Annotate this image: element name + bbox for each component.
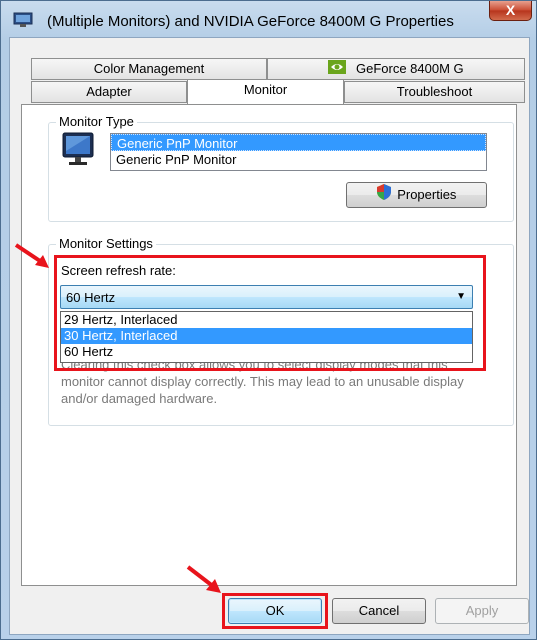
tab-adapter[interactable]: Adapter — [31, 81, 187, 103]
highlight-box — [54, 255, 486, 371]
properties-button[interactable]: Properties — [346, 182, 487, 208]
ok-button[interactable]: OK — [228, 598, 322, 624]
monitor-type-label: Monitor Type — [56, 114, 137, 129]
apply-button[interactable]: Apply — [435, 598, 529, 624]
shield-icon — [376, 183, 391, 208]
tab-monitor[interactable]: Monitor — [187, 79, 344, 104]
title-bar[interactable]: (Multiple Monitors) and NVIDIA GeForce 8… — [1, 1, 536, 37]
close-button[interactable]: X — [489, 1, 532, 21]
properties-window: (Multiple Monitors) and NVIDIA GeForce 8… — [0, 0, 537, 640]
tab-label: Color Management — [93, 61, 205, 76]
tab-color-management[interactable]: Color Management — [31, 58, 267, 80]
properties-button-label: Properties — [397, 187, 457, 202]
warning-line: monitor cannot display correctly. This m… — [61, 374, 464, 389]
tab-label: Adapter — [86, 84, 132, 99]
list-item[interactable]: Generic PnP Monitor — [111, 134, 486, 151]
cancel-button[interactable]: Cancel — [332, 598, 426, 624]
monitor-icon — [61, 131, 97, 172]
red-arrow-icon — [14, 243, 49, 268]
monitor-list[interactable]: Generic PnP Monitor Generic PnP Monitor — [110, 133, 487, 171]
nvidia-icon — [328, 59, 347, 80]
tab-geforce[interactable]: GeForce 8400M G — [267, 58, 525, 80]
tab-troubleshoot[interactable]: Troubleshoot — [344, 81, 525, 103]
tab-label: GeForce 8400M G — [355, 61, 464, 76]
list-item[interactable]: Generic PnP Monitor — [111, 151, 486, 168]
warning-line: and/or damaged hardware. — [61, 391, 218, 406]
tab-label: Monitor — [243, 82, 288, 97]
window-title: (Multiple Monitors) and NVIDIA GeForce 8… — [47, 13, 454, 30]
red-arrow-icon — [186, 565, 221, 593]
monitor-settings-label: Monitor Settings — [56, 236, 156, 251]
tab-label: Troubleshoot — [396, 84, 473, 99]
display-icon — [13, 12, 35, 28]
